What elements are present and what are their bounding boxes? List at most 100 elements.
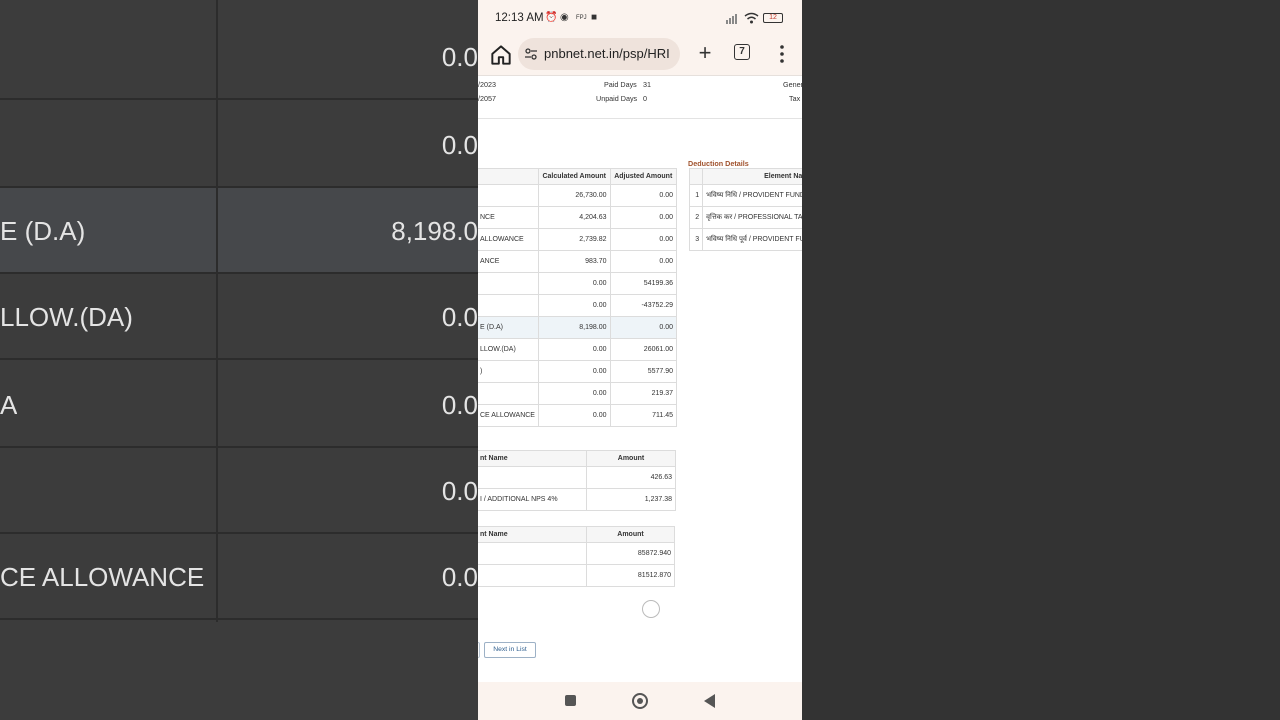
bg-divider (216, 0, 218, 622)
table-row: I / ADDITIONAL NPS 4% 1,237.38 (478, 488, 676, 511)
app-notification-icon: ◉ (560, 12, 569, 23)
bg-row-name: CE ALLOWANCE (0, 562, 205, 592)
table-cell: 0.00 (537, 272, 611, 295)
signal-icon (726, 14, 737, 24)
column-header: nt Name (478, 526, 587, 543)
bg-row-name: E (D.A) (0, 216, 86, 246)
column-header: Element Nar (702, 168, 802, 185)
status-bar: 12:13 AM ⏰ ◉ FPJ ■ 12 (478, 0, 802, 36)
screen: 0.0 0.0 E (D.A) 8,198.0 LLOW.(DA) 0.0 A … (0, 0, 1280, 720)
header-right-label: Tax (789, 94, 801, 103)
table-row: 0.00 54199.36 (478, 272, 677, 295)
bg-row-value: 0.0 (441, 390, 478, 420)
table-cell: ANCE (478, 250, 539, 273)
overflow-menu-icon[interactable] (774, 42, 790, 66)
url-text[interactable]: pnbnet.net.in/psp/HRI (544, 46, 670, 61)
table-cell: 0.00 (537, 338, 611, 361)
column-header (478, 168, 539, 185)
table-header-row: Calculated Amount Adjusted Amount (478, 168, 677, 185)
bg-row: 0.0 (0, 14, 478, 100)
table-cell (478, 294, 539, 317)
table-header-row: Element Nar (688, 168, 802, 185)
table-cell: 2,739.82 (537, 228, 611, 251)
column-header: Amount (586, 526, 675, 543)
table-cell: 0.00 (537, 360, 611, 383)
phone-screen: 12:13 AM ⏰ ◉ FPJ ■ 12 pnbnet.net.in/psp/… (478, 0, 802, 720)
table-cell: भविष्य निधि / PROVIDENT FUND (702, 184, 802, 207)
deductions-summary-table: nt Name Amount 426.63 I / ADDITIONAL NPS … (478, 450, 676, 511)
home-button[interactable] (632, 693, 648, 709)
table-row: 81512.870 (478, 564, 675, 587)
column-header: Calculated Amount (537, 168, 611, 185)
home-icon[interactable] (488, 42, 514, 68)
unpaid-days-value: 0 (643, 94, 647, 103)
table-cell: 0.00 (609, 184, 677, 207)
table-cell: 0.00 (609, 206, 677, 229)
paid-days-value: 31 (643, 80, 651, 89)
table-cell: 0.00 (537, 404, 611, 427)
battery-level: 12 (769, 14, 777, 21)
bg-row-value: 0.0 (441, 302, 478, 332)
table-cell: 0.00 (537, 294, 611, 317)
table-row: CE ALLOWANCE 0.00 711.45 (478, 404, 677, 427)
bg-row-value: 0.0 (441, 476, 478, 506)
header-right-label: Gener (783, 80, 802, 89)
table-cell: वृत्तिक कर / PROFESSIONAL TA (702, 206, 802, 229)
url-bar[interactable]: pnbnet.net.in/psp/HRI (518, 38, 680, 70)
table-cell (478, 382, 539, 405)
column-header: nt Name (478, 450, 587, 467)
bg-row: CE ALLOWANCE 0.0 (0, 534, 478, 620)
loading-spinner (642, 600, 660, 618)
browser-toolbar: pnbnet.net.in/psp/HRI + 7 (478, 36, 802, 76)
table-row: E (D.A) 8,198.00 0.00 (478, 316, 677, 339)
table-row: ) 0.00 5577.90 (478, 360, 677, 383)
table-cell: 26,730.00 (537, 184, 611, 207)
table-cell: ALLOWANCE (478, 228, 539, 251)
table-cell: ) (478, 360, 539, 383)
bg-row: A 0.0 (0, 362, 478, 448)
table-row: 3 भविष्य निधि पूर्व / PROVIDENT FU (688, 228, 802, 251)
page-content: /2023 /2057 Paid Days Unpaid Days 31 0 G… (478, 76, 802, 682)
table-cell: CE ALLOWANCE (478, 404, 539, 427)
recent-apps-button[interactable] (565, 695, 576, 706)
table-cell: 0.00 (609, 228, 677, 251)
table-cell (478, 542, 587, 565)
site-settings-icon[interactable] (524, 47, 538, 61)
new-tab-button[interactable]: + (692, 40, 718, 66)
table-row: 426.63 (478, 466, 676, 489)
divider (478, 118, 802, 119)
table-row: 85872.940 (478, 542, 675, 565)
unpaid-days-label: Unpaid Days (596, 94, 638, 103)
totals-table: nt Name Amount 85872.940 81512.870 (478, 526, 675, 587)
table-cell (478, 564, 587, 587)
next-in-list-button[interactable]: Next in List (484, 642, 536, 658)
table-cell: भविष्य निधि पूर्व / PROVIDENT FU (702, 228, 802, 251)
previous-in-list-button[interactable] (478, 642, 480, 658)
table-cell: LLOW.(DA) (478, 338, 539, 361)
table-row: NCE 4,204.63 0.00 (478, 206, 677, 229)
table-header-row: nt Name Amount (478, 526, 675, 543)
bg-row: E (D.A) 8,198.0 (0, 188, 478, 274)
alarm-icon: ⏰ (545, 12, 558, 23)
table-cell: 2 (688, 206, 704, 229)
bg-row: 0.0 (0, 102, 478, 188)
earnings-table: Calculated Amount Adjusted Amount 26,730… (478, 168, 677, 427)
header-left-value: /2023 (478, 80, 496, 89)
fpj-icon: FPJ (576, 15, 587, 21)
column-header (688, 168, 704, 185)
back-button[interactable] (704, 694, 715, 708)
table-cell: 1,237.38 (586, 488, 676, 511)
bg-row: LLOW.(DA) 0.0 (0, 274, 478, 360)
table-cell: 1 (688, 184, 704, 207)
table-cell: 711.45 (609, 404, 677, 427)
table-row: 1 भविष्य निधि / PROVIDENT FUND (688, 184, 802, 207)
table-cell: 81512.870 (586, 564, 675, 587)
tab-switcher-button[interactable]: 7 (734, 44, 750, 60)
system-nav-bar (478, 682, 802, 720)
table-cell (478, 272, 539, 295)
table-cell: 26061.00 (609, 338, 677, 361)
table-cell: 54199.36 (609, 272, 677, 295)
bg-right-panel (802, 0, 1280, 720)
table-cell: 85872.940 (586, 542, 675, 565)
table-cell: 219.37 (609, 382, 677, 405)
